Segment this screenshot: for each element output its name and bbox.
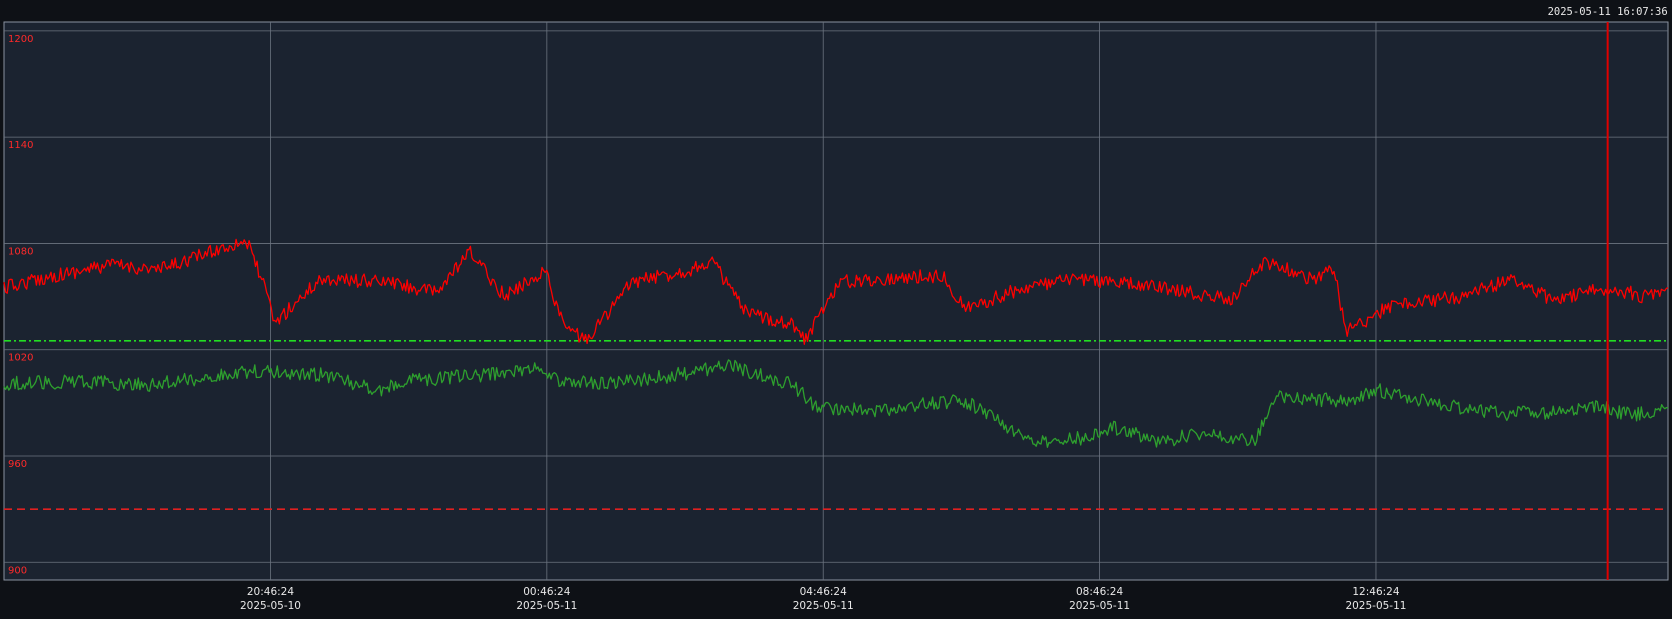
x-tick-time-0: 20:46:24 (247, 586, 294, 598)
x-tick-time-1: 00:46:24 (523, 586, 570, 598)
x-tick-date-2: 2025-05-11 (793, 600, 854, 612)
x-tick-date-3: 2025-05-11 (1069, 600, 1130, 612)
x-tick-time-3: 08:46:24 (1076, 586, 1123, 598)
y-tick-label-0: 1200 (8, 34, 33, 45)
x-tick-date-0: 2025-05-10 (240, 600, 301, 612)
x-tick-time-2: 04:46:24 (800, 586, 847, 598)
y-tick-label-1: 1140 (8, 140, 33, 151)
x-tick-date-1: 2025-05-11 (516, 600, 577, 612)
chart: 1200 1140 1080 1020 960 900 20:46:24 2025-05-1… (3, 6, 1669, 619)
y-tick-label-5: 900 (8, 565, 27, 576)
y-tick-label-4: 960 (8, 459, 27, 470)
y-tick-label-2: 1080 (8, 246, 33, 257)
x-tick-time-4: 12:46:24 (1352, 586, 1399, 598)
x-tick-date-4: 2025-05-11 (1345, 600, 1406, 612)
y-tick-label-3: 1020 (8, 353, 33, 364)
timestamp-label: 2025-05-11 16:07:36 (1548, 6, 1668, 18)
